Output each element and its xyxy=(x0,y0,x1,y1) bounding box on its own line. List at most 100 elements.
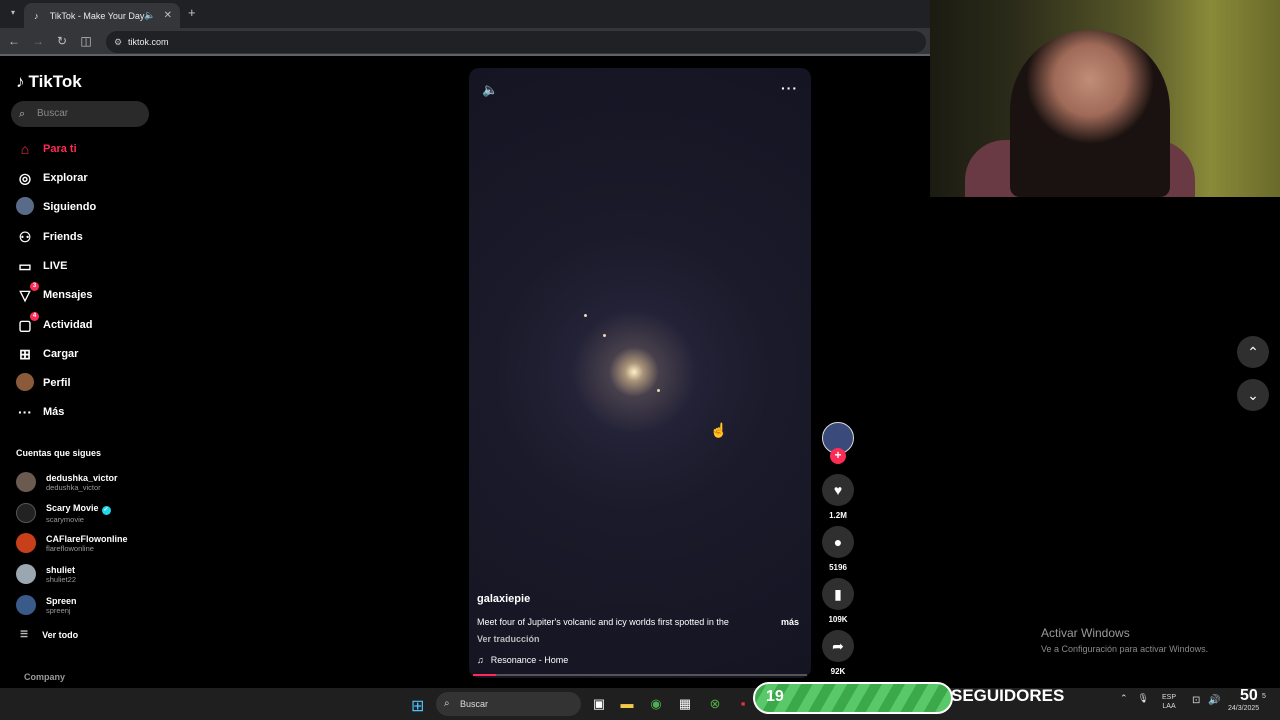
video-author[interactable]: galaxiepie xyxy=(477,593,530,605)
account-handle: shuliet22 xyxy=(46,574,77,584)
account-name: Spreen xyxy=(46,595,77,606)
nav-messages[interactable]: ▽ 3 Mensajes xyxy=(16,281,93,305)
account-handle: flareflowonline xyxy=(46,543,94,553)
language-indicator[interactable]: ESP LAA xyxy=(1162,693,1176,711)
xbox-icon[interactable]: ⊗ xyxy=(706,695,724,713)
see-all-link[interactable]: ☰ Ver todo xyxy=(20,629,78,640)
task-view-icon[interactable]: ▣ xyxy=(590,695,608,713)
account-name: CAFlareFlowonline xyxy=(46,533,128,544)
back-icon[interactable]: ← xyxy=(6,34,22,48)
account-item[interactable]: CAFlareFlowonline flareflowonline xyxy=(16,530,128,556)
tab-title: TikTok - Make Your Day xyxy=(49,10,145,21)
search-placeholder: Buscar xyxy=(37,108,69,119)
clock-date[interactable]: 24/3/2025 xyxy=(1228,705,1259,712)
like-button[interactable]: ♥ xyxy=(822,474,854,506)
close-tab-icon[interactable]: ✕ xyxy=(164,10,172,21)
save-count: 109K xyxy=(828,615,848,624)
followers-count: 19 xyxy=(766,688,784,705)
comment-button[interactable]: ● xyxy=(822,526,854,558)
moon-dot xyxy=(603,334,606,337)
windows-taskbar xyxy=(0,688,1280,720)
site-info-icon[interactable]: ⚙ xyxy=(114,31,122,53)
tab-list-button[interactable]: ▾ xyxy=(6,6,20,20)
account-item[interactable]: Spreen spreenj xyxy=(16,592,77,618)
nav-label: Mensajes xyxy=(43,289,93,301)
moon-dot xyxy=(584,314,587,317)
app-icon[interactable]: ▪ xyxy=(734,695,752,713)
account-handle: dedushka_victor xyxy=(46,482,101,492)
forward-icon[interactable]: → xyxy=(30,34,46,48)
network-icon[interactable]: ⊡ xyxy=(1192,695,1200,706)
new-tab-button[interactable]: + xyxy=(188,5,196,20)
bookmark-icon: ▮ xyxy=(834,586,842,602)
ellipsis-icon: ··· xyxy=(18,404,32,420)
tray-expand-icon[interactable]: ⌃ xyxy=(1120,693,1128,704)
tiktok-logo[interactable]: ♪ TikTok xyxy=(16,72,82,92)
split-view-icon[interactable]: ◫ xyxy=(78,34,94,48)
watermark-title: Activar Windows xyxy=(1041,626,1130,640)
clock-overlay: 50 xyxy=(1240,687,1258,704)
previous-video-button[interactable]: ⌃ xyxy=(1237,336,1269,368)
share-count: 92K xyxy=(830,667,846,676)
nav-upload[interactable]: ⊞ Cargar xyxy=(16,344,78,364)
save-button[interactable]: ▮ xyxy=(822,578,854,610)
more-options-icon[interactable]: ··· xyxy=(781,80,798,96)
nav-more[interactable]: ··· Más xyxy=(16,402,64,422)
taskbar-search-label: Buscar xyxy=(460,699,489,709)
account-item[interactable]: Scary Movie ✓ scarymovie xyxy=(16,500,111,526)
nav-explore[interactable]: ◎ Explorar xyxy=(16,168,88,188)
nav-following[interactable]: Siguiendo xyxy=(16,196,97,217)
company-link[interactable]: Company xyxy=(24,672,65,682)
logo-text: TikTok xyxy=(28,72,82,91)
volume-tray-icon[interactable]: 🔊 xyxy=(1208,695,1220,706)
system-tray: ⌃ 🎙 xyxy=(1120,693,1149,704)
speaker-icon[interactable]: 🔈 xyxy=(144,10,155,21)
caption-more-button[interactable]: más xyxy=(781,617,799,627)
store-icon[interactable]: ▦ xyxy=(676,695,694,713)
windows-activation-watermark: Activar Windows Ve a Configuración para … xyxy=(1041,626,1208,654)
avatar xyxy=(16,595,36,615)
music-link[interactable]: ♫ Resonance - Home xyxy=(477,655,568,665)
nav-friends[interactable]: ⚇ Friends xyxy=(16,227,83,247)
reload-icon[interactable]: ↻ xyxy=(54,34,70,48)
account-item[interactable]: dedushka_victor dedushka_victor xyxy=(16,469,118,495)
nav-activity[interactable]: ▢ 4 Actividad xyxy=(16,311,93,335)
moon-dot xyxy=(657,389,660,392)
windows-start-icon[interactable]: ⊞ xyxy=(411,696,424,716)
comment-count: 5196 xyxy=(829,563,847,572)
translate-link[interactable]: Ver traducción xyxy=(477,634,540,644)
url-input[interactable]: ⚙ tiktok.com xyxy=(106,31,926,53)
search-input[interactable]: ⌕ Buscar xyxy=(11,101,149,127)
compass-icon: ◎ xyxy=(18,169,32,186)
nav-profile[interactable]: Perfil xyxy=(16,372,71,393)
volume-icon[interactable]: 🔈 xyxy=(482,82,498,98)
browser-tab[interactable]: ♪ TikTok - Make Your Day 🔈 ✕ xyxy=(24,3,180,28)
nav-label: Siguiendo xyxy=(43,201,97,213)
nav-for-you[interactable]: ⌂ Para ti xyxy=(16,139,77,159)
clock-seconds: 5 xyxy=(1262,693,1266,700)
account-handle: scarymovie xyxy=(46,514,84,524)
lang-bottom: LAA xyxy=(1162,703,1176,710)
search-icon: ⌕ xyxy=(19,108,26,120)
nav-live[interactable]: ▭ LIVE xyxy=(16,256,67,276)
account-item[interactable]: shuliet shuliet22 xyxy=(16,561,76,587)
nav-label: LIVE xyxy=(43,260,68,272)
file-explorer-icon[interactable]: ▬ xyxy=(618,695,636,713)
tiktok-note-icon: ♪ xyxy=(16,72,25,91)
taskbar-search[interactable]: ⌕ Buscar xyxy=(436,692,581,716)
activity-badge: 4 xyxy=(30,311,39,321)
share-button[interactable]: ➦ xyxy=(822,630,854,662)
account-name: Scary Movie ✓ xyxy=(46,502,111,515)
tv-icon: ▭ xyxy=(18,257,32,274)
avatar xyxy=(16,564,36,584)
people-icon: ⚇ xyxy=(18,228,32,245)
video-progress-bar[interactable] xyxy=(473,674,807,676)
chrome-icon[interactable]: ◉ xyxy=(647,695,665,713)
verified-icon: ✓ xyxy=(101,505,111,515)
nav-label: Explorar xyxy=(43,172,88,184)
follow-plus-icon[interactable]: + xyxy=(830,448,846,464)
avatar xyxy=(16,503,36,523)
microphone-icon[interactable]: 🎙 xyxy=(1138,693,1149,704)
next-video-button[interactable]: ⌄ xyxy=(1237,379,1269,411)
following-accounts-title: Cuentas que sigues xyxy=(16,448,102,458)
